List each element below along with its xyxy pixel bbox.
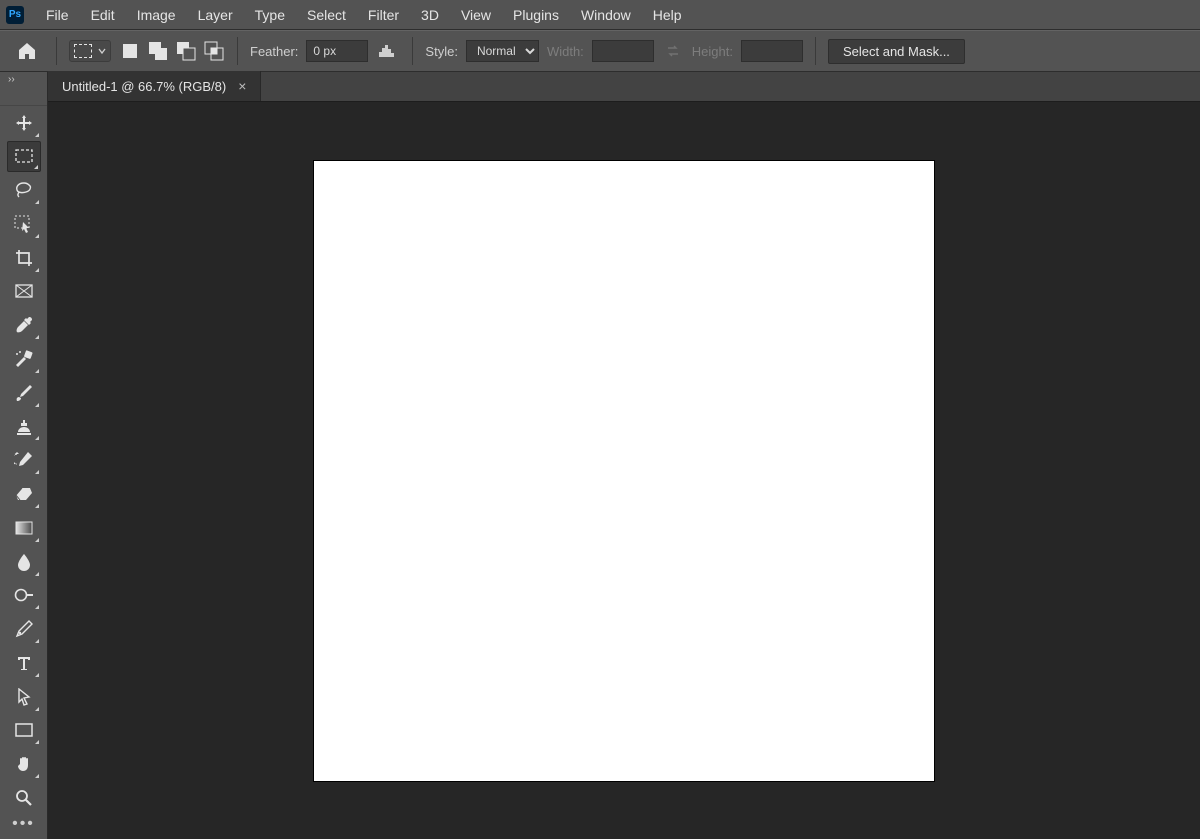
menu-3d[interactable]: 3D bbox=[411, 3, 449, 27]
chevron-down-icon bbox=[98, 47, 106, 55]
dodge-tool[interactable] bbox=[7, 580, 41, 612]
document-tab-title: Untitled-1 @ 66.7% (RGB/8) bbox=[62, 79, 226, 94]
menu-view[interactable]: View bbox=[451, 3, 501, 27]
close-icon[interactable]: × bbox=[236, 78, 248, 94]
history-brush-tool[interactable] bbox=[7, 444, 41, 476]
selection-add-icon[interactable] bbox=[147, 40, 169, 62]
height-input bbox=[741, 40, 803, 62]
menu-window[interactable]: Window bbox=[571, 3, 641, 27]
panel-expand-icon[interactable]: ›› bbox=[0, 72, 47, 88]
clone-stamp-tool[interactable] bbox=[7, 411, 41, 443]
rectangle-shape-tool[interactable] bbox=[7, 715, 41, 747]
document-tab[interactable]: Untitled-1 @ 66.7% (RGB/8) × bbox=[48, 71, 261, 101]
document-area: Untitled-1 @ 66.7% (RGB/8) × bbox=[48, 72, 1200, 839]
object-selection-tool[interactable] bbox=[7, 208, 41, 240]
selection-new-icon[interactable] bbox=[119, 40, 141, 62]
swap-dimensions-icon bbox=[662, 40, 684, 62]
brush-tool[interactable] bbox=[7, 377, 41, 409]
feather-input[interactable]: 0 px bbox=[306, 40, 368, 62]
workspace: ›› ••• Untitled-1 @ 66.7% (RGB/8) bbox=[0, 72, 1200, 839]
app-logo: Ps bbox=[6, 6, 24, 24]
menu-help[interactable]: Help bbox=[643, 3, 692, 27]
separator bbox=[815, 37, 816, 65]
separator bbox=[56, 37, 57, 65]
selection-subtract-icon[interactable] bbox=[175, 40, 197, 62]
crop-tool[interactable] bbox=[7, 242, 41, 274]
menu-layer[interactable]: Layer bbox=[188, 3, 243, 27]
document-tabstrip: Untitled-1 @ 66.7% (RGB/8) × bbox=[48, 72, 1200, 102]
menu-plugins[interactable]: Plugins bbox=[503, 3, 569, 27]
current-tool-preset[interactable] bbox=[69, 40, 111, 62]
menu-bar: Ps File Edit Image Layer Type Select Fil… bbox=[0, 0, 1200, 30]
width-input bbox=[592, 40, 654, 62]
menu-select[interactable]: Select bbox=[297, 3, 356, 27]
style-label: Style: bbox=[425, 44, 458, 59]
move-tool[interactable] bbox=[7, 107, 41, 139]
hand-tool[interactable] bbox=[7, 748, 41, 780]
edit-toolbar-icon[interactable]: ••• bbox=[12, 815, 35, 833]
width-label: Width: bbox=[547, 44, 584, 59]
rectangular-marquee-tool[interactable] bbox=[7, 141, 41, 173]
path-selection-tool[interactable] bbox=[7, 681, 41, 713]
lasso-tool[interactable] bbox=[7, 174, 41, 206]
height-label: Height: bbox=[692, 44, 733, 59]
canvas-viewport[interactable] bbox=[48, 102, 1200, 839]
menu-file[interactable]: File bbox=[36, 3, 79, 27]
feather-label: Feather: bbox=[250, 44, 298, 59]
menu-type[interactable]: Type bbox=[245, 3, 295, 27]
menu-edit[interactable]: Edit bbox=[81, 3, 125, 27]
selection-intersect-icon[interactable] bbox=[203, 40, 225, 62]
menu-filter[interactable]: Filter bbox=[358, 3, 409, 27]
selection-mode-group bbox=[119, 40, 225, 62]
options-bar: Feather: 0 px Style: Normal Width: Heigh… bbox=[0, 30, 1200, 72]
home-button[interactable] bbox=[10, 37, 44, 65]
spot-healing-brush-tool[interactable] bbox=[7, 343, 41, 375]
antialias-icon[interactable] bbox=[376, 41, 400, 61]
select-and-mask-button[interactable]: Select and Mask... bbox=[828, 39, 965, 64]
style-select[interactable]: Normal bbox=[466, 40, 539, 62]
blur-tool[interactable] bbox=[7, 546, 41, 578]
zoom-tool[interactable] bbox=[7, 782, 41, 814]
eyedropper-tool[interactable] bbox=[7, 309, 41, 341]
eraser-tool[interactable] bbox=[7, 478, 41, 510]
menu-image[interactable]: Image bbox=[127, 3, 186, 27]
panel-label bbox=[0, 88, 47, 106]
separator bbox=[237, 37, 238, 65]
gradient-tool[interactable] bbox=[7, 512, 41, 544]
canvas[interactable] bbox=[314, 161, 934, 781]
rectangular-marquee-icon bbox=[74, 44, 92, 58]
app-logo-text: Ps bbox=[9, 9, 21, 20]
pen-tool[interactable] bbox=[7, 613, 41, 645]
tools-panel: ›› ••• bbox=[0, 72, 48, 839]
separator bbox=[412, 37, 413, 65]
type-tool[interactable] bbox=[7, 647, 41, 679]
frame-tool[interactable] bbox=[7, 276, 41, 308]
